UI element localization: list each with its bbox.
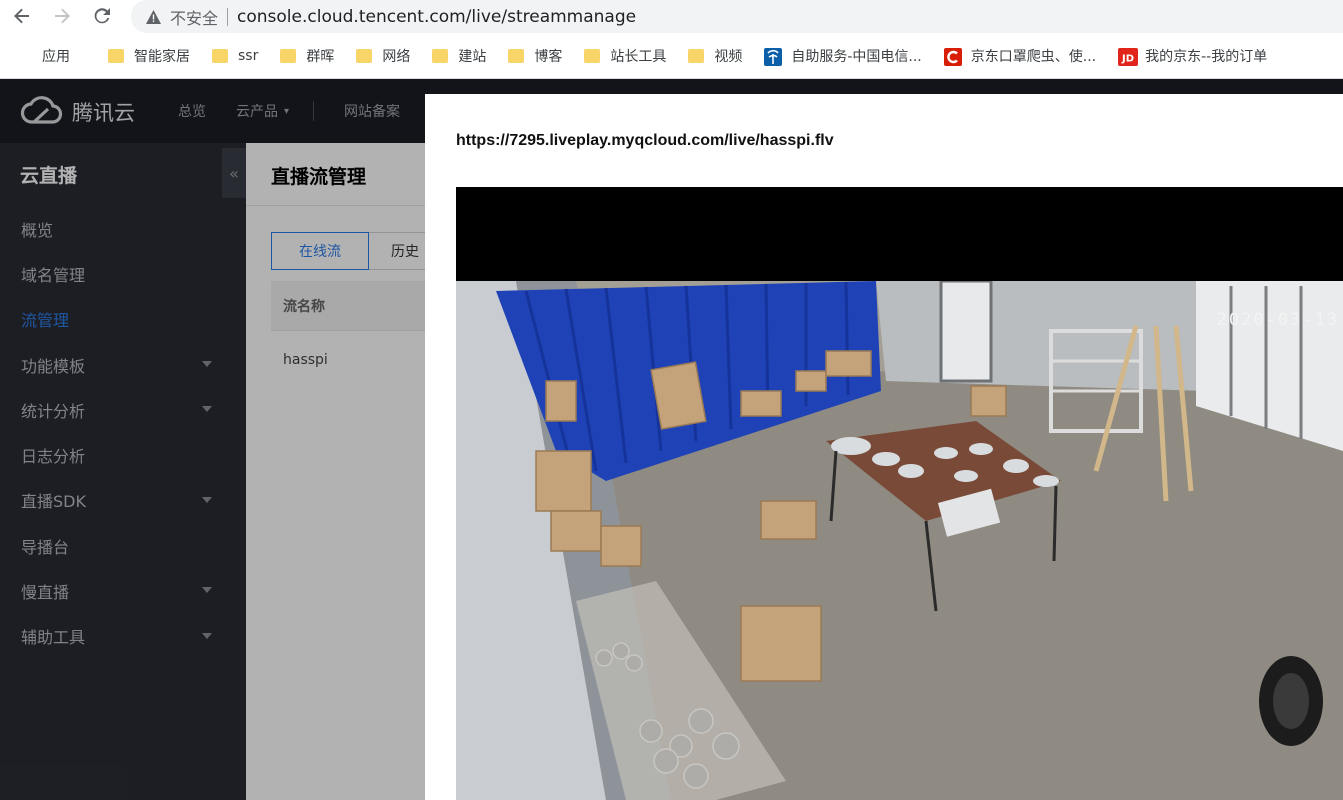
bookmark-label: 应用 [42,49,70,65]
bookmark-folder[interactable]: 群晖 [280,46,334,66]
bookmark-label: 我的京东--我的订单 [1145,49,1268,65]
svg-text:JD: JD [1121,53,1134,64]
bookmark-label: 自助服务-中国电信... [791,49,922,65]
bookmark-label: 站长工具 [610,49,667,65]
bookmark-folder[interactable]: 站长工具 [584,46,666,66]
browser-toolbar: 不安全 console.cloud.tencent.com/live/strea… [0,0,1343,33]
video-timestamp: 2020-03-13 [1217,310,1339,330]
csdn-icon [943,47,962,66]
bookmark-jd[interactable]: JD 我的京东--我的订单 [1118,46,1267,66]
bookmark-folder[interactable]: 建站 [432,46,486,66]
jd-icon: JD [1118,47,1139,66]
video-frame: 2020-03-13 [456,281,1343,800]
folder-icon [508,49,525,63]
bookmark-label: 博客 [534,49,563,65]
telecom-icon [764,47,783,66]
bookmark-folder[interactable]: 博客 [508,46,562,66]
bookmark-telecom[interactable]: 自助服务-中国电信... [764,46,922,66]
folder-icon [212,49,228,63]
forward-arrow-icon[interactable] [52,6,72,26]
bookmark-folder[interactable]: 网络 [356,46,410,66]
reload-icon[interactable] [92,6,112,26]
url-text[interactable]: console.cloud.tencent.com/live/streamman… [237,7,636,27]
apps-grid-icon [16,48,32,64]
bookmarks-bar: 应用 智能家居 ssr 群晖 网络 建站 博客 站长工具 视频 自助服务-中国电… [0,40,1343,72]
bookmark-label: 京东口罩爬虫、使... [970,49,1097,65]
bookmark-apps[interactable]: 应用 [16,46,70,66]
preview-dialog: https://7295.liveplay.myqcloud.com/live/… [425,94,1343,800]
bookmark-label: 群晖 [306,49,335,65]
address-bar[interactable]: 不安全 console.cloud.tencent.com/live/strea… [131,0,1343,33]
insecure-label[interactable]: 不安全 [170,5,218,29]
bookmark-label: 建站 [458,49,487,65]
bookmark-folder[interactable]: 智能家居 [108,46,190,66]
play-url: https://7295.liveplay.myqcloud.com/live/… [456,132,834,149]
folder-icon [688,49,705,63]
folder-icon [280,49,297,63]
omnibox-divider [227,7,229,26]
bookmark-label: 智能家居 [134,49,190,65]
bookmark-label: 网络 [382,49,411,65]
folder-icon [432,49,449,63]
bookmark-folder[interactable]: ssr [212,48,258,64]
bookmark-label: ssr [238,48,259,64]
bookmark-label: 视频 [714,49,743,65]
bookmark-csdn[interactable]: 京东口罩爬虫、使... [943,46,1097,66]
folder-icon [584,49,601,63]
folder-icon [356,49,373,63]
video-player[interactable]: 2020-03-13 [456,187,1343,800]
bookmark-folder[interactable]: 视频 [688,46,742,66]
folder-icon [108,49,124,63]
warehouse-scene-image: 2020-03-13 [456,281,1343,800]
back-arrow-icon[interactable] [12,6,32,26]
warning-icon[interactable] [145,9,161,25]
